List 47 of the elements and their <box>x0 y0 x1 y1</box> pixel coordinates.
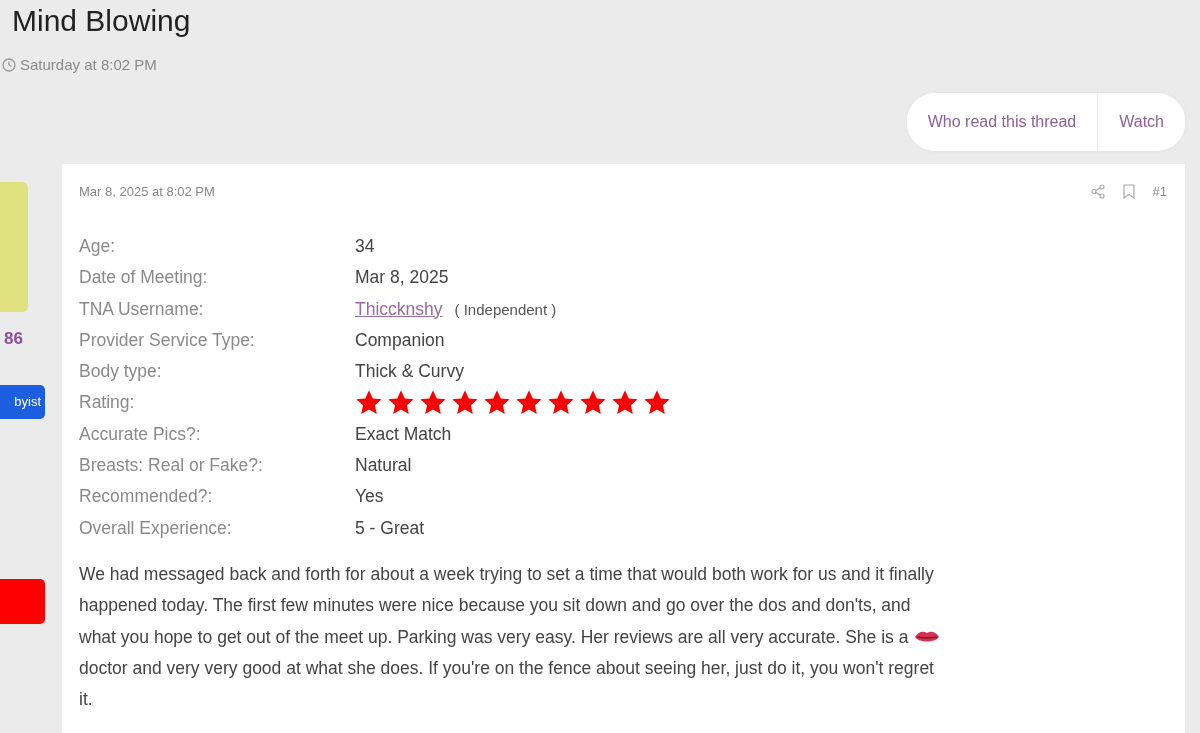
star-icon <box>547 389 575 417</box>
share-icon[interactable] <box>1090 183 1105 199</box>
bookmark-icon[interactable] <box>1122 183 1135 199</box>
field-value: Companion <box>355 328 445 352</box>
user-banner <box>0 579 45 624</box>
post-text-line: what you hope to get out of the meet up. Parking was very easy. Her reviews are all very accurate. She is a <box>79 625 909 649</box>
post-text-line: it. <box>79 688 93 712</box>
field-value: Thick & Curvy <box>355 360 464 384</box>
thread-action-button[interactable]: Watch <box>1097 92 1185 151</box>
field-label: Rating: <box>79 391 136 415</box>
user-title-banner: byist <box>0 385 45 419</box>
field-value: 34 <box>355 235 375 258</box>
field-label: Breasts: Real or Fake?: <box>79 454 264 478</box>
field-value: Mar 8, 2025 <box>355 266 449 290</box>
field-label: Accurate Pics?: <box>79 422 202 446</box>
clock-icon <box>2 58 16 73</box>
thread-title: Mind Blowing <box>11 3 192 39</box>
field-label: Recommended?: <box>79 485 214 509</box>
provider-type-note: ( Independent ) <box>454 299 557 320</box>
field-label: Overall Experience: <box>79 516 233 540</box>
post-text-line: doctor and very very good at what she does. If you're on the fence about seeing her, just do it, you won't regret <box>79 656 934 680</box>
post-number-link[interactable]: #1 <box>1152 181 1167 201</box>
star-icon <box>483 389 511 417</box>
post-date: Mar 8, 2025 at 8:02 PM <box>79 182 215 201</box>
star-icon <box>451 389 479 417</box>
star-icon <box>611 389 639 417</box>
star-icon <box>419 389 447 417</box>
star-icon <box>515 389 543 417</box>
field-label: Date of Meeting: <box>79 266 209 290</box>
field-value: Yes <box>355 485 384 509</box>
field-value: Natural <box>355 454 412 478</box>
field-label: TNA Username: <box>79 297 205 321</box>
star-icon <box>579 389 607 417</box>
field-value: Exact Match <box>355 422 452 446</box>
post-text-line: We had messaged back and forth for about a week trying to set a time that would both work for us and it finally <box>79 562 934 586</box>
thread-date: Saturday at 8:02 PM <box>20 55 157 75</box>
thread-action-button[interactable]: Who read this thread <box>906 92 1098 151</box>
star-icon <box>387 389 415 417</box>
field-label: Provider Service Type: <box>79 328 256 352</box>
field-value: 5 - Great <box>355 516 425 540</box>
field-label: Body type: <box>79 360 163 384</box>
field-label: Age: <box>79 235 116 258</box>
username-link[interactable]: Thiccknshy <box>355 293 443 325</box>
post-text-line: happened today. The first few minutes were nice because you sit down and go over the dos and don'ts, and <box>79 594 911 618</box>
star-icon <box>643 389 671 417</box>
star-icon <box>355 389 383 417</box>
author-count: 86 <box>4 327 23 350</box>
